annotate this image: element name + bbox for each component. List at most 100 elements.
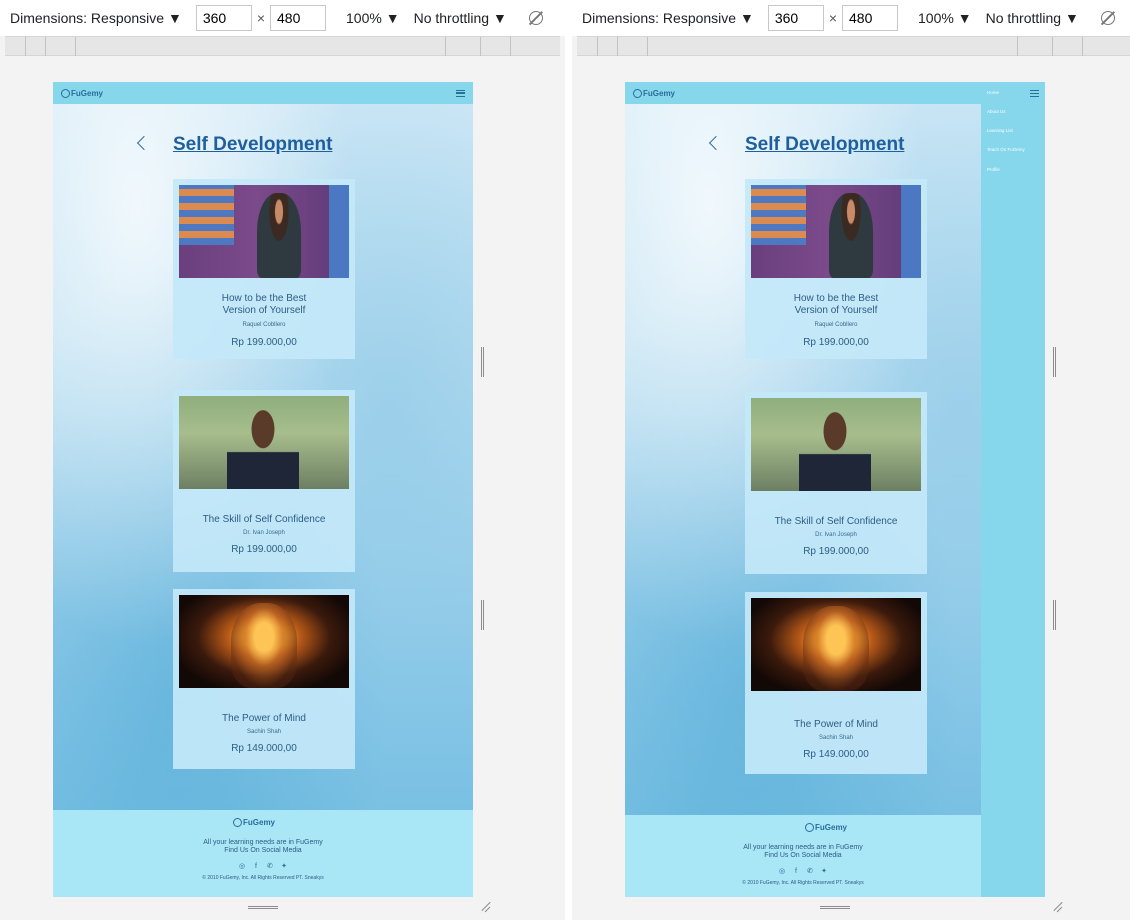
media-query-ruler[interactable]	[5, 36, 560, 57]
footer-tagline: All your learning needs are in FuGemy	[743, 844, 863, 851]
course-thumbnail[interactable]	[179, 185, 349, 278]
footer-logo[interactable]: FuGemy	[233, 818, 275, 827]
course-price: Rp 199.000,00	[803, 546, 869, 557]
width-input[interactable]	[767, 5, 824, 31]
corner-resize-handle[interactable]	[1050, 900, 1064, 914]
device-pane-left: Dimensions: Responsive ▼ × 100% ▼ No thr…	[0, 0, 565, 920]
hamburger-menu-icon[interactable]	[1030, 90, 1039, 97]
course-title: How to be the Best Version of Yourself	[221, 293, 307, 316]
twitter-icon[interactable]: ✦	[820, 867, 828, 875]
course-card[interactable]: The Power of Mind Sachin Shah Rp 149.000…	[745, 592, 927, 774]
menu-item-profile[interactable]: Profile	[987, 167, 1000, 172]
whatsapp-icon[interactable]: ✆	[266, 862, 274, 870]
throttling-dropdown[interactable]: No throttling ▼	[986, 10, 1079, 26]
course-author: Raquel Cobllero	[814, 322, 858, 328]
height-input[interactable]	[842, 5, 899, 31]
whatsapp-icon[interactable]: ✆	[806, 867, 814, 875]
logo-icon	[233, 818, 242, 827]
footer-logo[interactable]: FuGemy	[805, 823, 847, 832]
course-price: Rp 199.000,00	[231, 337, 297, 348]
course-price: Rp 199.000,00	[231, 544, 297, 555]
back-chevron-icon[interactable]	[136, 135, 152, 151]
height-input[interactable]	[270, 5, 327, 31]
logo-icon	[805, 823, 814, 832]
course-title: The Power of Mind	[794, 719, 878, 730]
menu-item-home[interactable]: Home	[987, 90, 999, 95]
course-card[interactable]: The Power of Mind Sachin Shah Rp 149.000…	[173, 589, 355, 769]
course-title: The Skill of Self Confidence	[774, 516, 898, 527]
course-card[interactable]: How to be the Best Version of Yourself R…	[173, 179, 355, 359]
course-thumbnail[interactable]	[751, 598, 921, 691]
footer-social-heading: Find Us On Social Media	[224, 847, 302, 854]
course-author: Raquel Cobllero	[242, 322, 286, 328]
course-title: The Power of Mind	[222, 713, 306, 724]
course-author: Dr. Ivan Joseph	[815, 532, 857, 538]
footer-copyright: © 2010 FuGemy, Inc. All Rights Reserved …	[742, 880, 864, 886]
dimension-separator: ×	[828, 10, 838, 26]
site-logo[interactable]: FuGemy	[633, 88, 676, 98]
course-card[interactable]: The Skill of Self Confidence Dr. Ivan Jo…	[173, 390, 355, 572]
dimensions-dropdown[interactable]: Dimensions: Responsive ▼	[582, 10, 754, 26]
logo-icon	[633, 88, 642, 98]
device-viewport: FuGemy Self Development How to be the Be…	[625, 82, 1045, 897]
zoom-dropdown[interactable]: 100% ▼	[918, 10, 972, 26]
right-resize-handle-lower[interactable]	[481, 600, 484, 630]
course-thumbnail[interactable]	[751, 398, 921, 491]
facebook-icon[interactable]: f	[252, 862, 260, 870]
logo-text: FuGemy	[643, 88, 676, 98]
right-resize-handle[interactable]	[1053, 347, 1056, 377]
course-author: Sachin Shah	[246, 729, 282, 735]
dimensions-dropdown[interactable]: Dimensions: Responsive ▼	[10, 10, 182, 26]
dimension-separator: ×	[256, 10, 266, 26]
course-title: How to be the Best Version of Yourself	[793, 293, 879, 316]
facebook-icon[interactable]: f	[792, 867, 800, 875]
media-query-ruler[interactable]	[577, 36, 1130, 57]
site-footer: FuGemy All your learning needs are in Fu…	[53, 810, 473, 897]
instagram-icon[interactable]: ◎	[778, 867, 786, 875]
course-card[interactable]: The Skill of Self Confidence Dr. Ivan Jo…	[745, 392, 927, 574]
bottom-resize-handle[interactable]	[820, 906, 850, 909]
zoom-dropdown[interactable]: 100% ▼	[346, 10, 400, 26]
menu-item-teach[interactable]: Teach On FuGemy	[987, 147, 1025, 152]
course-author: Sachin Shah	[818, 735, 854, 741]
hamburger-menu-icon[interactable]	[456, 89, 465, 97]
corner-resize-handle[interactable]	[478, 900, 492, 914]
page-title[interactable]: Self Development	[173, 134, 332, 156]
course-card[interactable]: How to be the Best Version of Yourself R…	[745, 179, 927, 359]
bottom-resize-handle[interactable]	[248, 906, 278, 909]
course-price: Rp 149.000,00	[803, 749, 869, 760]
site-header: FuGemy	[53, 82, 473, 104]
page-title[interactable]: Self Development	[745, 134, 904, 156]
course-title: The Skill of Self Confidence	[202, 514, 326, 525]
logo-icon	[61, 88, 70, 98]
footer-social-heading: Find Us On Social Media	[764, 852, 842, 859]
menu-item-learning-list[interactable]: Learning List	[987, 128, 1013, 133]
right-resize-handle-lower[interactable]	[1053, 600, 1056, 630]
footer-tagline: All your learning needs are in FuGemy	[203, 839, 323, 846]
social-icons: ◎ f ✆ ✦	[53, 862, 473, 871]
course-price: Rp 199.000,00	[803, 337, 869, 348]
side-navigation-menu: Home About Us Learning List Teach On FuG…	[981, 82, 1045, 897]
throttling-dropdown[interactable]: No throttling ▼	[414, 10, 507, 26]
course-thumbnail[interactable]	[179, 595, 349, 688]
devtools-toolbar: Dimensions: Responsive ▼ × 100% ▼ No thr…	[0, 0, 565, 36]
logo-text: FuGemy	[71, 88, 104, 98]
site-logo[interactable]: FuGemy	[61, 88, 104, 98]
course-price: Rp 149.000,00	[231, 743, 297, 754]
rotate-icon[interactable]	[1100, 11, 1115, 25]
device-pane-right: Dimensions: Responsive ▼ × 100% ▼ No thr…	[572, 0, 1130, 920]
social-icons: ◎ f ✆ ✦	[625, 867, 981, 876]
instagram-icon[interactable]: ◎	[238, 862, 246, 870]
back-chevron-icon[interactable]	[708, 135, 724, 151]
devtools-toolbar: Dimensions: Responsive ▼ × 100% ▼ No thr…	[572, 0, 1130, 36]
device-viewport: FuGemy Self Development How to be the Be…	[53, 82, 473, 897]
menu-item-about-us[interactable]: About Us	[987, 109, 1006, 114]
course-thumbnail[interactable]	[751, 185, 921, 278]
right-resize-handle[interactable]	[481, 347, 484, 377]
width-input[interactable]	[195, 5, 252, 31]
twitter-icon[interactable]: ✦	[280, 862, 288, 870]
footer-copyright: © 2010 FuGemy, Inc. All Rights Reserved …	[202, 875, 324, 881]
course-author: Dr. Ivan Joseph	[243, 530, 285, 536]
course-thumbnail[interactable]	[179, 396, 349, 489]
rotate-icon[interactable]	[528, 11, 543, 25]
